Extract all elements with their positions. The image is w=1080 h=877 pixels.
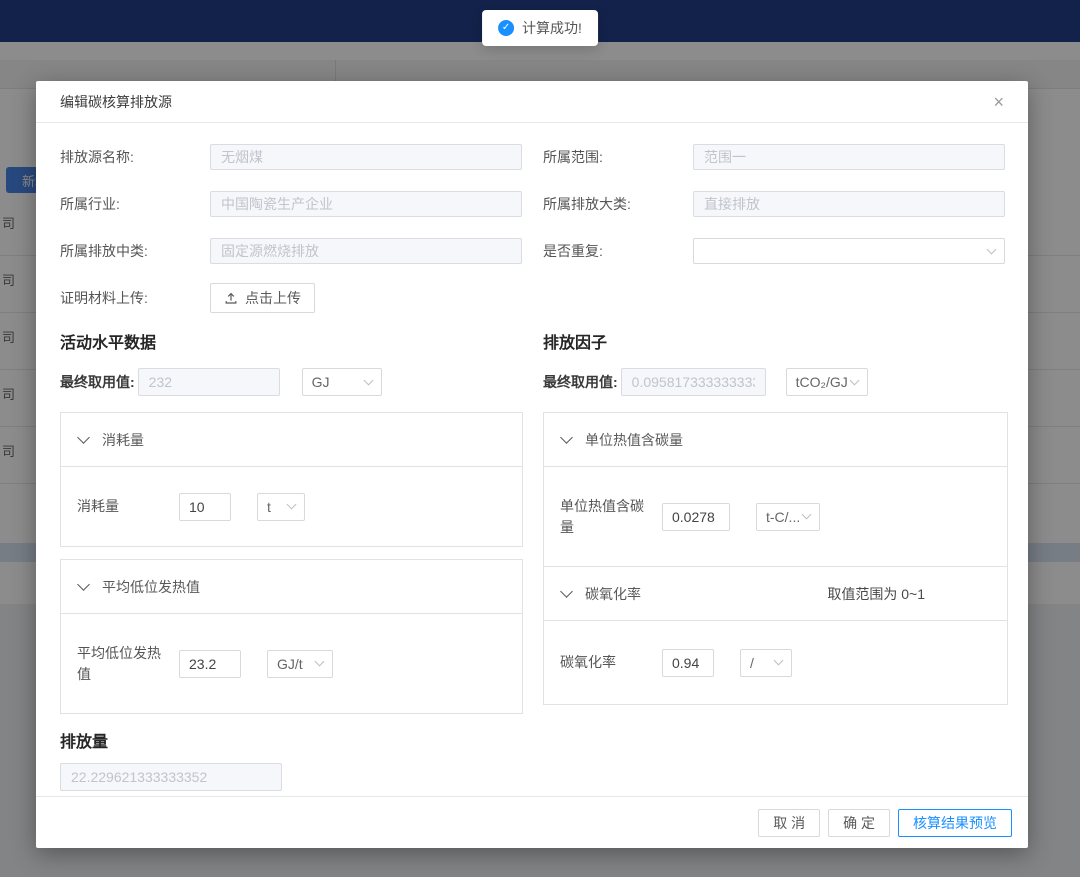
edit-emission-source-dialog: 编辑碳核算排放源 × 排放源名称: 所属范围: 所属行业: 所属排放大类: 所属… <box>36 81 1028 848</box>
oxidation-unit-select[interactable]: / <box>740 649 792 677</box>
factor-unit-select[interactable]: tCO₂/GJ <box>786 368 868 396</box>
toast-message: ✓ 计算成功! <box>482 10 598 46</box>
factor-final-input <box>621 368 766 396</box>
ncv-panel-header[interactable]: 平均低位发热值 <box>61 560 522 613</box>
activity-section-title: 活动水平数据 <box>60 329 523 353</box>
chevron-down-icon <box>315 657 325 667</box>
consumption-input[interactable] <box>179 493 231 521</box>
source-name-input <box>210 144 522 170</box>
consumption-label: 消耗量 <box>77 496 165 517</box>
oxidation-input[interactable] <box>662 649 714 677</box>
factor-unit-value: tCO₂/GJ <box>796 374 848 390</box>
carbon-content-label: 单位热值含碳量 <box>560 496 648 538</box>
dialog-title: 编辑碳核算排放源 <box>60 92 172 112</box>
oxidation-panel-title: 碳氧化率 <box>585 584 641 604</box>
dialog-footer: 取 消 确 定 核算结果预览 <box>36 796 1028 848</box>
factor-section-title: 排放因子 <box>543 329 1008 353</box>
activity-unit-select[interactable]: GJ <box>302 368 382 396</box>
factor-column: 排放因子 最终取用值: tCO₂/GJ 单位热值含碳量 单位热值含碳 <box>543 329 1008 714</box>
collapse-chevron-icon <box>77 578 90 591</box>
carbon-content-panel-title: 单位热值含碳量 <box>585 430 683 450</box>
source-name-label: 排放源名称: <box>60 147 210 167</box>
mid-category-label: 所属排放中类: <box>60 241 210 261</box>
industry-input <box>210 191 522 217</box>
collapse-chevron-icon <box>560 585 573 598</box>
mid-category-input <box>210 238 522 264</box>
ok-button[interactable]: 确 定 <box>828 809 890 837</box>
activity-final-input <box>138 368 280 396</box>
field-major-category: 所属排放大类: <box>543 191 1008 217</box>
chevron-down-icon <box>774 656 784 666</box>
oxidation-unit-value: / <box>750 655 754 671</box>
upload-button[interactable]: 点击上传 <box>210 283 315 313</box>
ncv-unit-select[interactable]: GJ/t <box>267 650 333 678</box>
ncv-panel: 平均低位发热值 平均低位发热值 GJ/t <box>60 559 523 714</box>
activity-unit-value: GJ <box>312 374 330 390</box>
chevron-down-icon <box>987 244 997 254</box>
carbon-content-unit-select[interactable]: t-C/... <box>756 503 820 531</box>
chevron-down-icon <box>287 500 297 510</box>
field-mid-category: 所属排放中类: <box>60 238 523 264</box>
collapse-chevron-icon <box>77 431 90 444</box>
carbon-content-panel: 单位热值含碳量 单位热值含碳量 t-C/... <box>543 412 1008 567</box>
form-grid: 排放源名称: 所属范围: 所属行业: 所属排放大类: 所属排放中类: 是否重复: <box>60 144 1008 311</box>
consumption-panel: 消耗量 消耗量 t <box>60 412 523 547</box>
upload-label: 证明材料上传: <box>60 288 210 308</box>
dialog-body: 排放源名称: 所属范围: 所属行业: 所属排放大类: 所属排放中类: 是否重复: <box>36 123 1028 796</box>
emission-section: 排放量 <box>60 728 1008 791</box>
industry-label: 所属行业: <box>60 194 210 214</box>
dialog-header: 编辑碳核算排放源 × <box>36 81 1028 123</box>
oxidation-panel-header[interactable]: 碳氧化率 取值范围为 0~1 <box>544 567 1007 620</box>
factor-final-label: 最终取用值: <box>543 372 618 392</box>
consumption-unit-select[interactable]: t <box>257 493 305 521</box>
oxidation-range-note: 取值范围为 0~1 <box>827 584 925 604</box>
consumption-unit-value: t <box>267 499 271 515</box>
field-scope: 所属范围: <box>543 144 1008 170</box>
carbon-content-unit-value: t-C/... <box>766 509 800 525</box>
cancel-button[interactable]: 取 消 <box>758 809 820 837</box>
toast-text: 计算成功! <box>522 18 582 38</box>
emission-section-title: 排放量 <box>60 728 1008 752</box>
carbon-content-panel-body: 单位热值含碳量 t-C/... <box>544 466 1007 566</box>
scope-input <box>693 144 1005 170</box>
major-category-input <box>693 191 1005 217</box>
close-icon[interactable]: × <box>993 93 1004 111</box>
carbon-content-panel-header[interactable]: 单位热值含碳量 <box>544 413 1007 466</box>
activity-final-row: 最终取用值: GJ <box>60 368 523 396</box>
field-source-name: 排放源名称: <box>60 144 523 170</box>
chevron-down-icon <box>802 510 812 520</box>
upload-icon <box>224 291 238 305</box>
ncv-unit-value: GJ/t <box>277 656 303 672</box>
field-industry: 所属行业: <box>60 191 523 217</box>
is-duplicate-label: 是否重复: <box>543 241 693 261</box>
ncv-input[interactable] <box>179 650 241 678</box>
major-category-label: 所属排放大类: <box>543 194 693 214</box>
consumption-panel-body: 消耗量 t <box>61 466 522 546</box>
ncv-label: 平均低位发热值 <box>77 643 165 685</box>
oxidation-panel: 碳氧化率 取值范围为 0~1 碳氧化率 / <box>543 566 1008 705</box>
carbon-content-input[interactable] <box>662 503 730 531</box>
activity-column: 活动水平数据 最终取用值: GJ 消耗量 消耗量 <box>60 329 523 714</box>
collapse-chevron-icon <box>560 431 573 444</box>
chevron-down-icon <box>363 375 373 385</box>
factor-final-row: 最终取用值: tCO₂/GJ <box>543 368 1008 396</box>
emission-input <box>60 763 282 791</box>
oxidation-panel-body: 碳氧化率 / <box>544 620 1007 704</box>
data-sections: 活动水平数据 最终取用值: GJ 消耗量 消耗量 <box>60 329 1008 714</box>
chevron-down-icon <box>849 375 859 385</box>
oxidation-label: 碳氧化率 <box>560 652 648 673</box>
field-upload: 证明材料上传: 点击上传 <box>60 285 523 311</box>
consumption-panel-title: 消耗量 <box>102 430 144 450</box>
ncv-panel-title: 平均低位发热值 <box>102 577 200 597</box>
ncv-panel-body: 平均低位发热值 GJ/t <box>61 613 522 713</box>
preview-result-button[interactable]: 核算结果预览 <box>898 809 1012 837</box>
check-circle-icon: ✓ <box>498 20 514 36</box>
upload-button-label: 点击上传 <box>245 288 301 308</box>
consumption-panel-header[interactable]: 消耗量 <box>61 413 522 466</box>
is-duplicate-select[interactable] <box>693 238 1005 264</box>
activity-final-label: 最终取用值: <box>60 372 135 392</box>
scope-label: 所属范围: <box>543 147 693 167</box>
field-is-duplicate: 是否重复: <box>543 238 1008 264</box>
